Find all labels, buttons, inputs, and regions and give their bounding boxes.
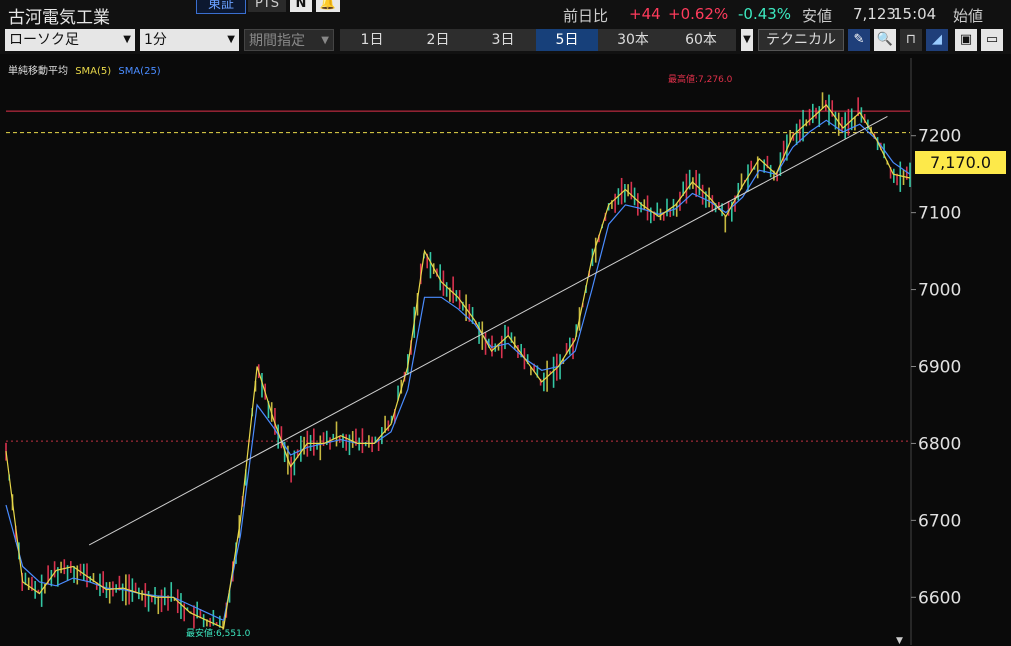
tab-1d[interactable]: 1日 bbox=[340, 29, 404, 51]
header-bar: 古河電気工業 東証 PTS N 🔔 前日比 +44 +0.62% -0.43% … bbox=[0, 0, 1011, 28]
change-label: 前日比 bbox=[563, 7, 609, 25]
chart-type-value: ローソク足 bbox=[9, 32, 79, 48]
technical-button[interactable]: テクニカル bbox=[758, 29, 844, 51]
area-chart-icon[interactable]: ◢ bbox=[926, 29, 948, 51]
stock-name: 古河電気工業 bbox=[8, 8, 110, 28]
y-tick-label: 6900 bbox=[918, 358, 961, 378]
tab-30bars[interactable]: 30本 bbox=[600, 29, 666, 51]
interval-value: 1分 bbox=[144, 32, 167, 48]
y-tick-label: 7200 bbox=[918, 127, 961, 147]
chevron-down-icon: ▼ bbox=[321, 35, 329, 46]
tab-3d[interactable]: 3日 bbox=[472, 29, 534, 51]
chevron-down-icon: ▼ bbox=[227, 34, 235, 45]
indicator-legend: 単純移動平均 SMA(5) SMA(25) bbox=[8, 62, 165, 77]
range-more-chevron-icon[interactable]: ▼ bbox=[741, 29, 753, 51]
range-tabs: 1日 2日 3日 5日 30本 60本 bbox=[340, 29, 736, 51]
trend-line bbox=[88, 116, 888, 546]
low-annotation: 最安値:6,551.0 bbox=[186, 627, 251, 639]
chevron-down-icon: ▼ bbox=[123, 34, 131, 45]
last-time: 15:04 bbox=[893, 5, 937, 23]
last-price: 7,123 bbox=[853, 5, 896, 23]
price-chart[interactable]: 7200 7100 7000 6900 6800 6700 6600 最高値:7,276.0 最… bbox=[0, 58, 1011, 645]
interval-select[interactable]: 1分 ▼ bbox=[140, 29, 239, 51]
low-label: 安値 bbox=[802, 7, 833, 25]
open-label: 始値 bbox=[953, 7, 984, 25]
sma-short-label: SMA(5) bbox=[75, 66, 112, 77]
zoom-icon[interactable]: 🔍 bbox=[874, 29, 896, 51]
y-tick-label: 6800 bbox=[918, 434, 961, 454]
tab-60bars[interactable]: 60本 bbox=[668, 29, 734, 51]
tab-5d[interactable]: 5日 bbox=[536, 29, 598, 51]
chart-area[interactable]: 7200 7100 7000 6900 6800 6700 6600 最高値:7,276.0 最… bbox=[0, 58, 1011, 646]
y-tick-label: 6600 bbox=[918, 588, 961, 608]
tab-pts[interactable]: PTS bbox=[248, 0, 286, 12]
low-percent: -0.43% bbox=[738, 5, 792, 23]
save-icon[interactable]: ▣ bbox=[955, 29, 977, 51]
period-select[interactable]: 期間指定 ▼ bbox=[244, 29, 334, 51]
bracket-icon[interactable]: ⊓ bbox=[900, 29, 922, 51]
news-icon[interactable]: N bbox=[290, 0, 312, 12]
pen-icon[interactable]: ✎ bbox=[848, 29, 870, 51]
y-tick-label: 7000 bbox=[918, 281, 961, 301]
sma-long-line bbox=[5, 119, 911, 622]
current-price-badge: 7,170.0 bbox=[915, 151, 1006, 174]
sma-long-label: SMA(25) bbox=[118, 66, 161, 77]
period-placeholder: 期間指定 bbox=[249, 33, 305, 49]
tab-tse[interactable]: 東証 bbox=[196, 0, 246, 14]
change-value: +44 bbox=[629, 5, 661, 23]
tab-2d[interactable]: 2日 bbox=[406, 29, 470, 51]
y-tick-label: 7100 bbox=[918, 204, 961, 224]
chart-toolbar: ローソク足 ▼ 1分 ▼ 期間指定 ▼ 1日 2日 3日 5日 30本 60本 … bbox=[0, 28, 1011, 54]
folder-icon[interactable]: ▭ bbox=[981, 29, 1003, 51]
indicator-name: 単純移動平均 bbox=[8, 66, 68, 77]
bell-icon[interactable]: 🔔 bbox=[316, 0, 340, 12]
sma-short-line bbox=[5, 104, 911, 629]
y-tick-label: 6700 bbox=[918, 511, 961, 531]
high-annotation: 最高値:7,276.0 bbox=[668, 73, 733, 85]
chart-type-select[interactable]: ローソク足 ▼ bbox=[5, 29, 135, 51]
change-percent: +0.62% bbox=[668, 5, 729, 23]
